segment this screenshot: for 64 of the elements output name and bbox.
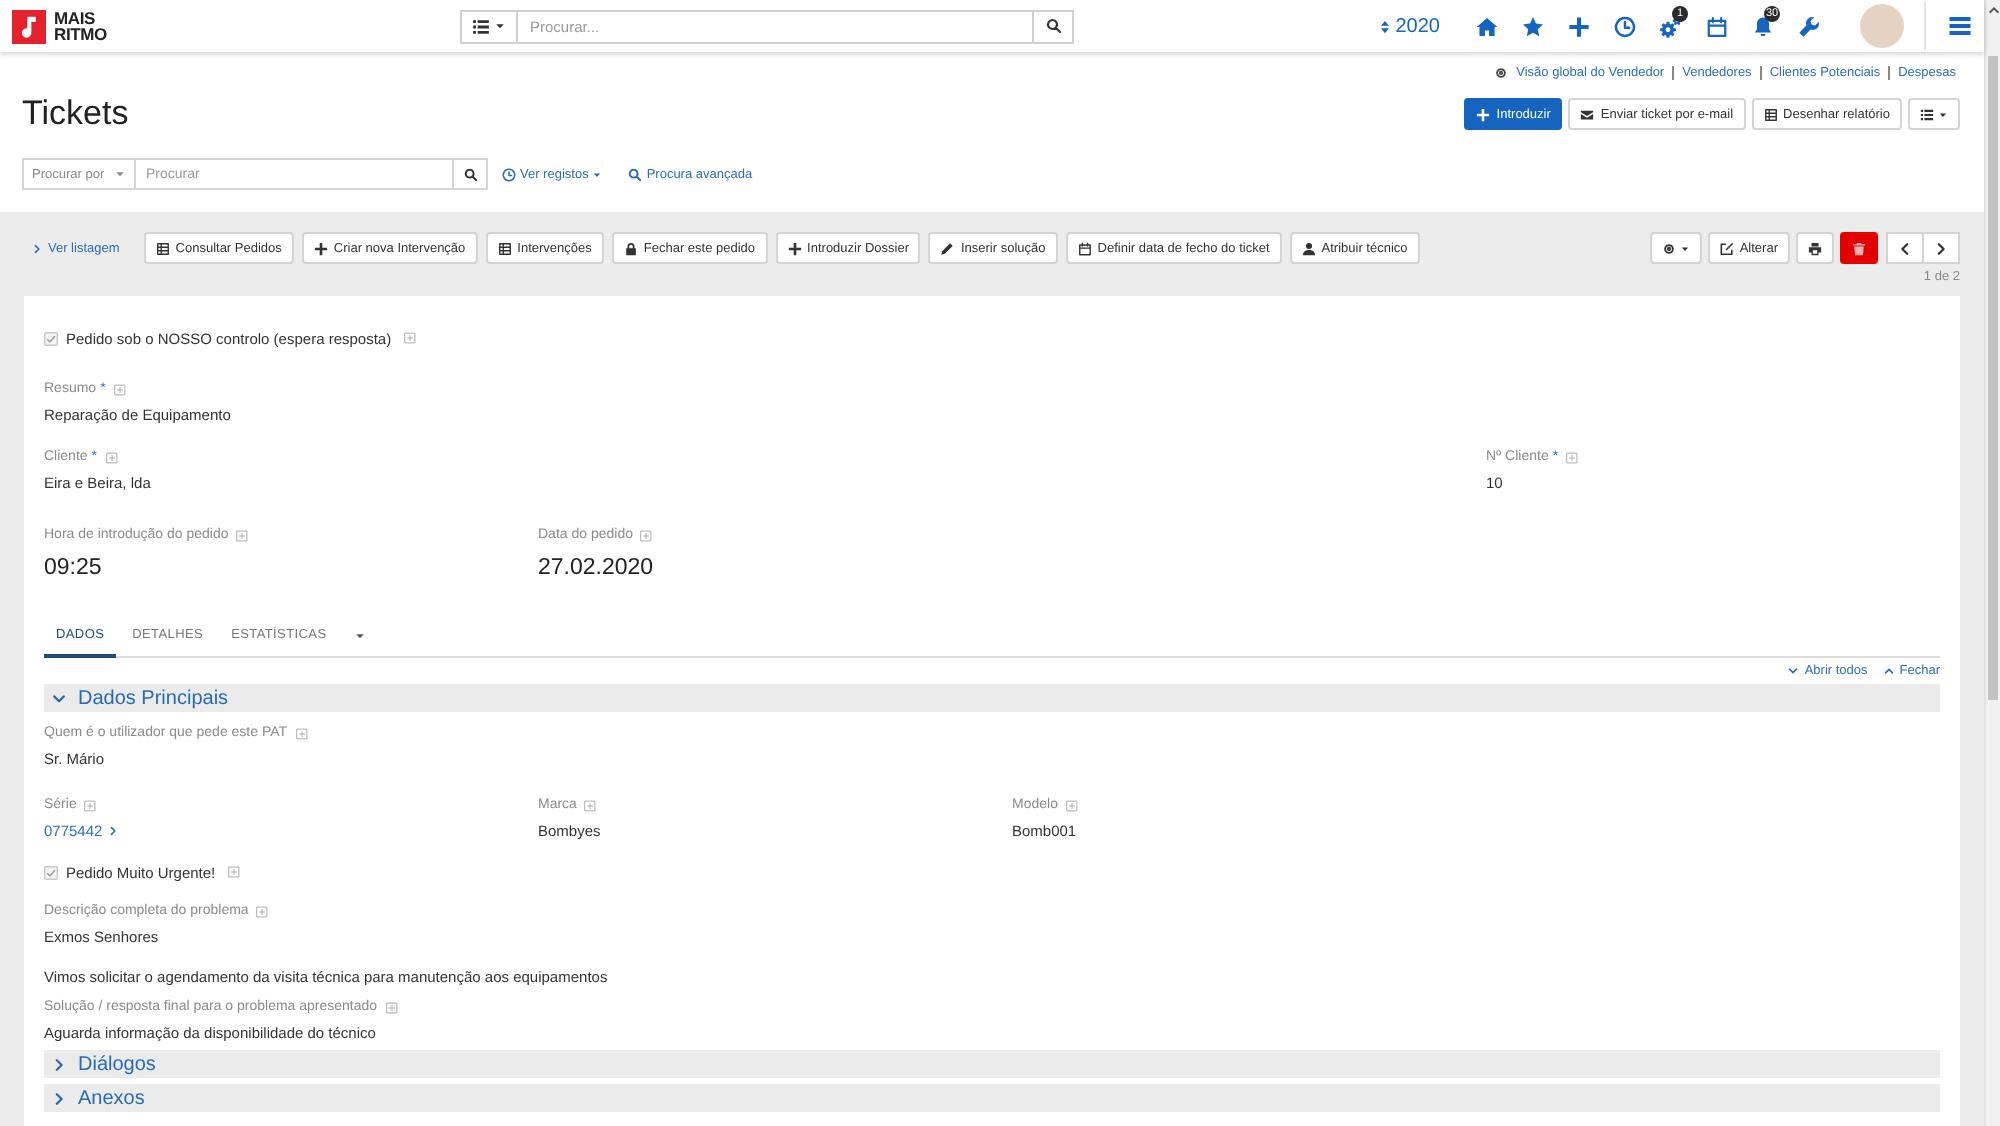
bell-icon[interactable]: [1752, 15, 1774, 37]
envelope-icon: [1580, 107, 1595, 121]
year-selector[interactable]: 2020: [1377, 15, 1440, 37]
wrench-icon[interactable]: [1798, 15, 1820, 37]
plus-icon: [1476, 107, 1491, 121]
home-icon[interactable]: [1476, 15, 1498, 37]
logo-wordmark: MAIS RITMO: [54, 10, 107, 42]
lock-icon: [623, 241, 638, 255]
clock-icon: [502, 167, 516, 181]
clock-icon[interactable]: [1614, 15, 1636, 37]
search-button[interactable]: [1034, 9, 1074, 43]
caret-icon: [114, 168, 126, 180]
field-value: 09:25: [44, 554, 104, 584]
search-icon: [1045, 18, 1061, 34]
caret-icon: [1938, 109, 1948, 119]
pencil-icon: [940, 241, 955, 255]
checkbox[interactable]: [44, 331, 58, 345]
trash-icon: [1852, 241, 1866, 255]
chevron-right-icon: [1934, 241, 1948, 255]
chevron-down-icon: [1788, 665, 1799, 675]
previous-button[interactable]: [1886, 232, 1924, 264]
scrollbar-thumb[interactable]: [1988, 56, 1998, 700]
table-icon: [497, 241, 512, 255]
calendar-icon: [1077, 241, 1092, 255]
star-icon[interactable]: [1522, 15, 1544, 37]
edit-icon: [1719, 241, 1734, 255]
scrollbar[interactable]: [1984, 0, 2000, 1126]
caret-icon: [592, 169, 603, 179]
chevron-left-icon: [1898, 241, 1912, 255]
table-icon: [155, 241, 170, 255]
section-header[interactable]: Dados Principais: [44, 684, 1940, 712]
plus-icon: [313, 241, 328, 255]
search-icon: [628, 167, 643, 181]
print-button[interactable]: [1796, 232, 1834, 264]
printer-icon: [1808, 241, 1822, 255]
view-options-dropdown[interactable]: [1908, 98, 1960, 130]
section-header[interactable]: Diálogos: [44, 1050, 1940, 1078]
caret-icon: [494, 20, 506, 32]
settings-icon[interactable]: [1494, 66, 1509, 80]
page-title: Tickets: [22, 94, 129, 134]
search-button[interactable]: [454, 158, 488, 190]
plus-icon[interactable]: [1568, 15, 1590, 37]
chevron-right-icon: [108, 826, 119, 836]
list-icon: [472, 17, 490, 35]
table-icon: [1763, 107, 1778, 121]
person-icon: [1301, 241, 1316, 255]
plus-icon: [787, 241, 802, 255]
caret-icon: [1679, 243, 1690, 253]
caret-icon[interactable]: [354, 629, 367, 641]
menu-icon[interactable]: [1948, 14, 1972, 38]
search-icon: [463, 167, 477, 181]
section-header[interactable]: Anexos: [44, 1084, 1940, 1112]
list-icon: [1920, 107, 1934, 121]
settings-icon: [1661, 241, 1676, 255]
calendar-icon[interactable]: [1706, 15, 1728, 37]
sort-icon: [1377, 19, 1392, 33]
settings-dropdown[interactable]: [1649, 232, 1702, 264]
checkbox[interactable]: [44, 865, 58, 879]
chevron-right-icon: [32, 243, 42, 253]
next-button[interactable]: [1924, 232, 1960, 264]
search-scope-dropdown[interactable]: [460, 9, 518, 43]
field-value: 27.02.2020: [538, 554, 656, 584]
chevron-up-icon: [1883, 665, 1894, 675]
logo-icon: [12, 9, 46, 43]
